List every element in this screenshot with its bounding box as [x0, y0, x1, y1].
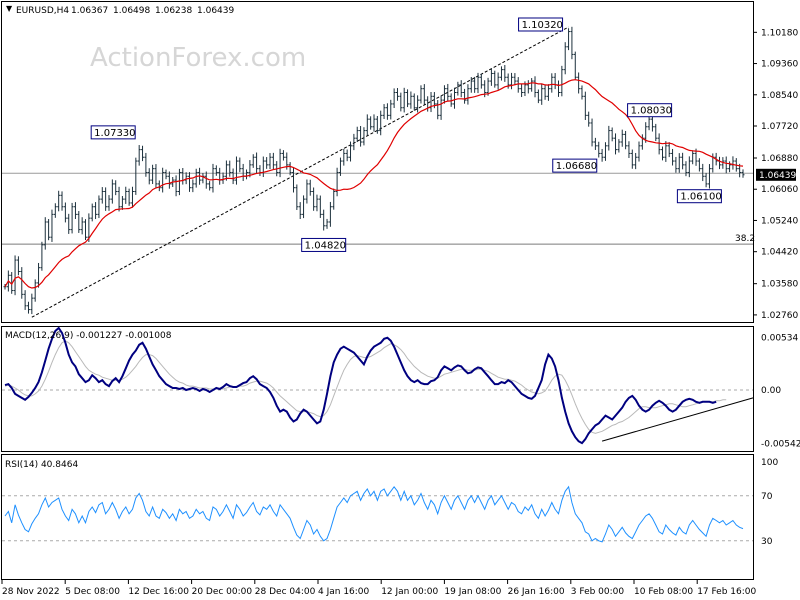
annotation-label: 1.04820 [305, 240, 346, 251]
price-tick-label: 1.02760 [761, 311, 798, 321]
annotation-label: 1.08030 [631, 106, 672, 117]
x-tick-label: 17 Feb 16:00 [697, 587, 756, 597]
current-price-label: 1.06439 [759, 171, 796, 181]
annotation-label: 1.10320 [522, 20, 563, 31]
price-annotation: 1.08030 [627, 103, 673, 118]
x-tick-label: 20 Dec 00:00 [192, 587, 253, 597]
price-header: ▼ EURUSD,H4 1.06367 1.06498 1.06238 1.06… [6, 4, 234, 16]
price-tick-label: 1.04420 [761, 248, 798, 258]
x-tick-label: 3 Feb 00:00 [571, 587, 625, 597]
quote-close: 1.06439 [197, 6, 234, 16]
price-annotation: 1.06100 [676, 189, 722, 204]
price-annotation: 1.10320 [518, 17, 564, 32]
price-tick-label: 1.03580 [761, 280, 798, 290]
macd-tick-label: 0.00 [761, 386, 781, 396]
x-tick-label: 5 Dec 08:00 [65, 587, 120, 597]
chevron-down-icon: ▼ [6, 4, 13, 13]
price-annotation: 1.07330 [90, 125, 136, 140]
macd-tick-label: 0.00534 [761, 333, 798, 343]
price-tick-label: 1.07720 [761, 122, 798, 132]
quote-open: 1.06367 [71, 6, 108, 16]
x-tick-label: 4 Jan 16:00 [318, 587, 370, 597]
price-tick-label: 1.05240 [761, 216, 798, 226]
rsi-tick-label: 100 [761, 458, 778, 468]
quote-low: 1.06238 [155, 6, 192, 16]
price-title: EURUSD,H4 [16, 6, 69, 16]
watermark: ActionForex.com [90, 43, 306, 73]
rsi-tick-label: 30 [761, 537, 773, 547]
x-tick-label: 28 Dec 04:00 [255, 587, 316, 597]
price-tick-label: 1.06880 [761, 154, 798, 164]
rsi-tick-label: 70 [761, 492, 773, 502]
x-tick-label: 28 Nov 2022 [2, 587, 60, 597]
x-tick-label: 19 Jan 08:00 [444, 587, 501, 597]
price-tick-label: 1.09360 [761, 60, 798, 70]
x-tick-label: 12 Jan 00:00 [381, 587, 438, 597]
price-annotation: 1.06680 [552, 158, 598, 173]
annotation-label: 1.06100 [680, 192, 721, 203]
rsi-title: RSI(14) 40.8464 [5, 460, 78, 470]
price-tick-label: 1.06060 [761, 185, 798, 195]
x-tick-label: 12 Dec 16:00 [128, 587, 189, 597]
quote-high: 1.06498 [113, 6, 150, 16]
x-tick-label: 26 Jan 16:00 [508, 587, 565, 597]
eurusd-chart: ActionForex.com 38.2 1.07330 1.04820 1.1032… [1, 1, 800, 597]
price-annotation: 1.04820 [301, 237, 347, 252]
macd-tick-label: -0.005421 [761, 439, 800, 449]
fib-label: 38.2 [735, 234, 755, 244]
macd-title: MACD(12,26,9) -0.001227 -0.001008 [5, 331, 172, 341]
annotation-label: 1.07330 [94, 128, 135, 139]
rsi-pane [1, 454, 754, 580]
annotation-label: 1.06680 [556, 161, 597, 172]
price-tick-label: 1.08540 [761, 91, 798, 101]
x-tick-label: 10 Feb 08:00 [634, 587, 693, 597]
price-tick-label: 1.10180 [761, 28, 798, 38]
